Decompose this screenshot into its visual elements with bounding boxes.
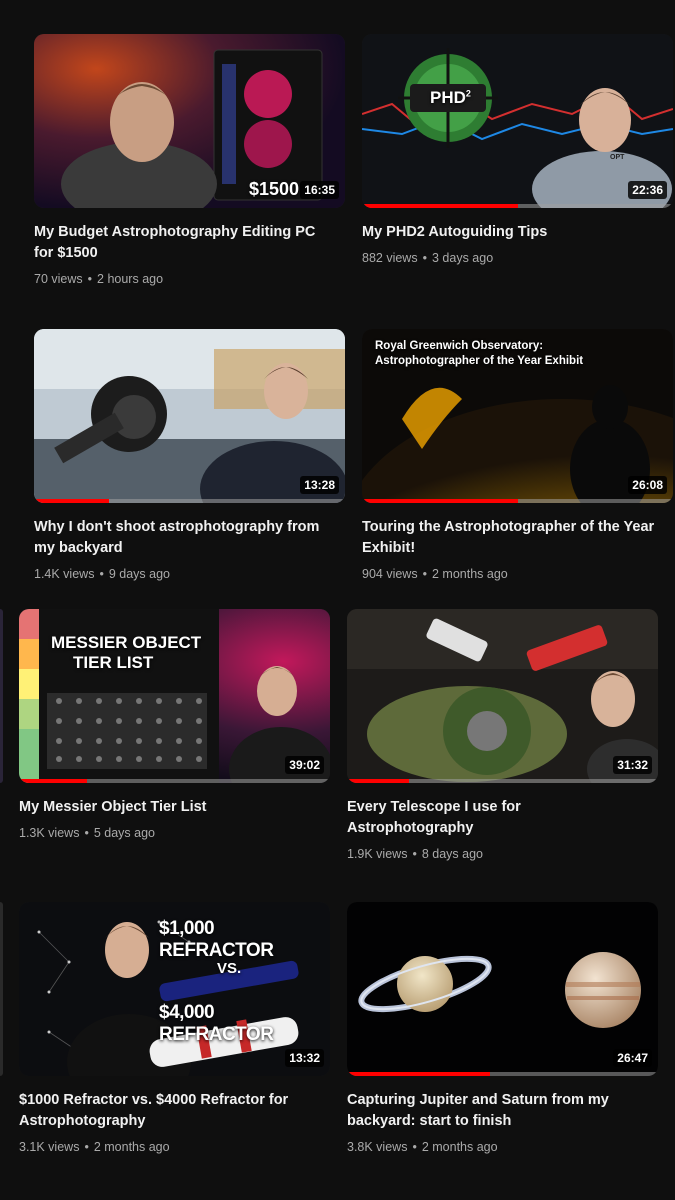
video-card[interactable]: 26:47 Capturing Jupiter and Saturn from … (347, 902, 658, 1154)
video-thumbnail[interactable]: MESSIER OBJECT TIER LIST 39:02 (19, 609, 330, 783)
upload-age: 2 months ago (431, 567, 508, 581)
upload-age: 2 hours ago (97, 272, 164, 286)
video-title[interactable]: My PHD2 Autoguiding Tips (362, 222, 662, 243)
duration-badge: 31:32 (613, 756, 652, 774)
thumbnail-caption-line: Royal Greenwich Observatory: (375, 340, 544, 352)
view-count: 1.4K views (34, 567, 95, 581)
watch-progress-fill (362, 204, 518, 208)
view-count: 904 views (362, 567, 418, 581)
upload-age: 2 months ago (93, 1140, 170, 1154)
thumbnail-caption-vs: VS. (217, 960, 242, 977)
video-card[interactable]: $1500 16:35 My Budget Astrophotography E… (34, 34, 345, 286)
thumbnail-image (362, 34, 673, 208)
video-meta: 70 views • 2 hours ago (34, 272, 345, 286)
video-thumbnail[interactable]: $1,000 REFRACTOR VS. $4,000 REFRACTOR 13… (19, 902, 330, 1076)
upload-age: 2 months ago (421, 1140, 498, 1154)
video-meta: 1.4K views • 9 days ago (34, 567, 345, 581)
upload-age: 8 days ago (421, 847, 484, 861)
view-count: 3.1K views (19, 1140, 80, 1154)
view-count: 1.9K views (347, 847, 408, 861)
video-thumbnail[interactable]: 31:32 (347, 609, 658, 783)
watch-progress-fill (362, 499, 518, 503)
thumbnail-caption-top: $1,000 REFRACTOR (159, 918, 274, 961)
watch-progress-bar (19, 779, 330, 783)
view-count: 3.8K views (347, 1140, 408, 1154)
view-count: 70 views (34, 272, 83, 286)
video-card[interactable]: Royal Greenwich Observatory: Astrophotog… (362, 329, 673, 581)
view-count: 882 views (362, 251, 418, 265)
video-meta: 1.9K views • 8 days ago (347, 847, 658, 861)
video-card[interactable]: 31:32 Every Telescope I use for Astropho… (347, 609, 658, 861)
video-meta: 1.3K views • 5 days ago (19, 826, 330, 840)
video-title[interactable]: $1000 Refractor vs. $4000 Refractor for … (19, 1090, 319, 1132)
upload-age: 9 days ago (108, 567, 171, 581)
thumbnail-image (34, 329, 345, 503)
video-title[interactable]: Touring the Astrophotographer of the Yea… (362, 517, 662, 559)
watch-progress-bar (362, 204, 673, 208)
thumbnail-caption-line: Astrophotographer of the Year Exhibit (375, 355, 584, 367)
separator-dot: • (84, 826, 89, 840)
video-card[interactable]: $1,000 REFRACTOR VS. $4,000 REFRACTOR 13… (19, 902, 330, 1154)
thumbnail-caption: MESSIER OBJECT TIER LIST (51, 633, 201, 673)
video-meta: 904 views • 2 months ago (362, 567, 673, 581)
video-thumbnail[interactable]: 26:47 (347, 902, 658, 1076)
video-title[interactable]: My Budget Astrophotography Editing PC fo… (34, 222, 334, 264)
watch-progress-bar (347, 779, 658, 783)
video-title[interactable]: My Messier Object Tier List (19, 797, 319, 818)
previous-card-edge (0, 609, 3, 783)
thumbnail-image (347, 609, 658, 783)
duration-badge: 13:32 (285, 1049, 324, 1067)
video-meta: 882 views • 3 days ago (362, 251, 673, 265)
thumbnail-caption-line: TIER LIST (73, 653, 154, 672)
duration-badge: 26:47 (613, 1049, 652, 1067)
video-title[interactable]: Capturing Jupiter and Saturn from my bac… (347, 1090, 647, 1132)
separator-dot: • (99, 567, 104, 581)
thumbnail-caption-bottom: $4,000 REFRACTOR (159, 1002, 274, 1045)
separator-dot: • (87, 272, 93, 286)
view-count: 1.3K views (19, 826, 80, 840)
thumbnail-price-text: $1500 (248, 179, 299, 199)
video-card[interactable]: PHD2 OPT 22:36 My PHD2 Autoguiding Tips … (362, 34, 673, 265)
video-card[interactable]: 13:28 Why I don't shoot astrophotography… (34, 329, 345, 581)
upload-age: 5 days ago (93, 826, 156, 840)
separator-dot: • (412, 1140, 417, 1154)
video-thumbnail[interactable]: $1500 16:35 (34, 34, 345, 208)
video-thumbnail[interactable]: Royal Greenwich Observatory: Astrophotog… (362, 329, 673, 503)
separator-dot: • (422, 567, 427, 581)
duration-badge: 26:08 (628, 476, 667, 494)
video-thumbnail[interactable]: PHD2 OPT 22:36 (362, 34, 673, 208)
video-title[interactable]: Why I don't shoot astrophotography from … (34, 517, 334, 559)
watch-progress-fill (347, 779, 410, 783)
watch-progress-bar (362, 499, 673, 503)
thumbnail-caption-line: MESSIER OBJECT (51, 633, 202, 652)
watch-progress-fill (34, 499, 109, 503)
duration-badge: 39:02 (285, 756, 324, 774)
watch-progress-fill (347, 1072, 491, 1076)
shirt-logo-text: OPT (610, 154, 625, 161)
video-card[interactable]: MESSIER OBJECT TIER LIST 39:02 My Messie… (19, 609, 330, 840)
thumbnail-image (347, 902, 658, 1076)
separator-dot: • (84, 1140, 89, 1154)
duration-badge: 22:36 (628, 181, 667, 199)
video-thumbnail[interactable]: 13:28 (34, 329, 345, 503)
video-title[interactable]: Every Telescope I use for Astrophotograp… (347, 797, 647, 839)
watch-progress-bar (34, 499, 345, 503)
video-meta: 3.1K views • 2 months ago (19, 1140, 330, 1154)
thumbnail-logo-text: PHD2 (430, 88, 471, 107)
watch-progress-fill (19, 779, 88, 783)
video-meta: 3.8K views • 2 months ago (347, 1140, 658, 1154)
watch-progress-bar (347, 1072, 658, 1076)
upload-age: 3 days ago (431, 251, 494, 265)
previous-card-edge (0, 902, 3, 1076)
duration-badge: 16:35 (300, 181, 339, 199)
separator-dot: • (422, 251, 427, 265)
duration-badge: 13:28 (300, 476, 339, 494)
thumbnail-caption: Royal Greenwich Observatory: Astrophotog… (375, 339, 583, 369)
separator-dot: • (412, 847, 417, 861)
